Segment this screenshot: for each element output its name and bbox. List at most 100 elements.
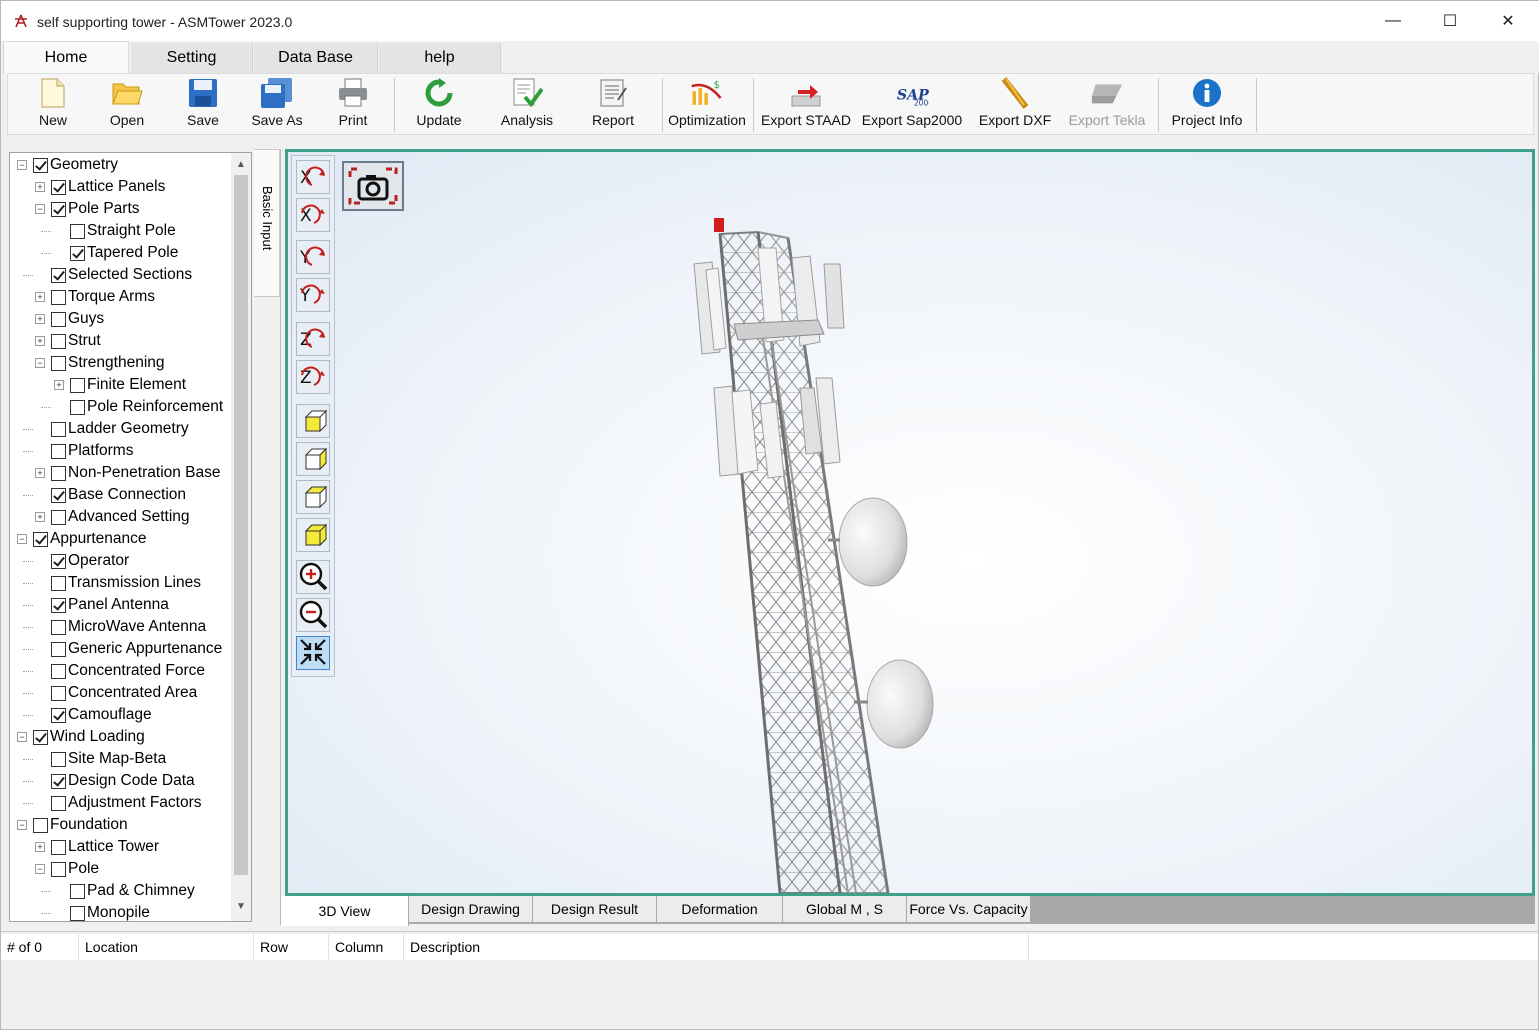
tab-3d-view[interactable]: 3D View [281,896,409,926]
tree-item[interactable]: Pole Reinforcement [70,396,223,418]
scroll-down-icon[interactable]: ▼ [231,897,251,915]
expand-icon[interactable]: + [35,336,45,346]
tree-item-checkbox[interactable] [70,245,85,261]
tree-item-checkbox[interactable] [51,553,66,569]
tree-item[interactable]: Concentrated Force [51,660,205,682]
expand-icon[interactable]: + [35,512,45,522]
tree-item[interactable]: Lattice Panels [51,176,165,198]
optimization-button[interactable]: $ Optimization [666,74,748,134]
tree-item[interactable]: Guys [51,308,104,330]
tree-item-checkbox[interactable] [51,619,66,635]
tab-help[interactable]: help [379,43,501,73]
tab-global-m-s[interactable]: Global M , S [783,896,907,922]
tree-scrollbar[interactable]: ▲ ▼ [231,153,251,921]
tree-item-checkbox[interactable] [51,465,66,481]
zoom-in-button[interactable] [296,560,330,594]
tree-item-checkbox[interactable] [33,157,48,173]
snapshot-button[interactable] [342,161,404,211]
tree-item[interactable]: Strengthening [51,352,165,374]
tree-item-checkbox[interactable] [33,817,48,833]
collapse-icon[interactable]: − [35,358,45,368]
tree-item-checkbox[interactable] [70,905,85,921]
view-iso-button[interactable] [296,518,330,552]
open-button[interactable]: Open [98,74,156,134]
tree-item-checkbox[interactable] [51,707,66,723]
tree-item-checkbox[interactable] [51,795,66,811]
tree-item-checkbox[interactable] [51,267,66,283]
tree-item[interactable]: Torque Arms [51,286,155,308]
microwave-dish[interactable] [866,659,934,749]
new-button[interactable]: New [24,74,82,134]
collapse-icon[interactable]: − [17,820,27,830]
tree-item[interactable]: Tapered Pole [70,242,178,264]
tree-item-checkbox[interactable] [51,421,66,437]
tree-item[interactable]: Selected Sections [51,264,192,286]
tree-item[interactable]: Base Connection [51,484,186,506]
rotate-x-negative-button[interactable]: X [296,198,330,232]
tree-item-checkbox[interactable] [51,289,66,305]
expand-icon[interactable]: + [35,292,45,302]
rotate-z-negative-button[interactable]: Z [296,360,330,394]
tree-item[interactable]: Non-Penetration Base [51,462,221,484]
export-dxf-button[interactable]: Export DXF [972,74,1058,134]
rotate-x-positive-button[interactable]: X [296,160,330,194]
column-header-row[interactable]: Row [254,934,329,960]
tree-item[interactable]: Wind Loading [33,726,145,748]
close-button[interactable]: ✕ [1479,1,1537,41]
tree-item[interactable]: Generic Appurtenance [51,638,222,660]
collapse-icon[interactable]: − [17,160,27,170]
minimize-button[interactable]: — [1364,1,1422,41]
tree-item[interactable]: Monopile [70,902,150,921]
tree-item-checkbox[interactable] [51,509,66,525]
update-button[interactable]: Update [406,74,472,134]
tree-item[interactable]: Straight Pole [70,220,176,242]
view-front-button[interactable] [296,404,330,438]
tree-item[interactable]: Concentrated Area [51,682,197,704]
analysis-button[interactable]: Analysis [492,74,562,134]
tree-item[interactable]: Appurtenance [33,528,147,550]
tree-item-checkbox[interactable] [51,487,66,503]
column-header-column[interactable]: Column [329,934,404,960]
tree-item[interactable]: Lattice Tower [51,836,159,858]
expand-icon[interactable]: + [35,314,45,324]
scroll-thumb[interactable] [234,175,248,875]
tree-item[interactable]: MicroWave Antenna [51,616,206,638]
tree-item-checkbox[interactable] [51,575,66,591]
column-header-description[interactable]: Description [404,934,1029,960]
view-top-button[interactable] [296,480,330,514]
tree-item[interactable]: Geometry [33,154,118,176]
tower-3d-model[interactable] [288,152,1532,893]
panel-divider[interactable] [280,149,281,925]
tree-item[interactable]: Site Map-Beta [51,748,166,770]
tree-item[interactable]: Advanced Setting [51,506,190,528]
tab-data-base[interactable]: Data Base [254,43,378,73]
tree-item-checkbox[interactable] [51,861,66,877]
rotate-z-positive-button[interactable]: Z [296,322,330,356]
microwave-dish[interactable] [838,497,908,587]
tree-item[interactable]: Pad & Chimney [70,880,195,902]
tree-item-checkbox[interactable] [70,377,85,393]
collapse-icon[interactable]: − [17,732,27,742]
tree-item-checkbox[interactable] [51,443,66,459]
tree-item-checkbox[interactable] [51,597,66,613]
export-tekla-button[interactable]: Export Tekla [1064,74,1150,134]
tab-design-result[interactable]: Design Result [533,896,657,922]
report-button[interactable]: Report [580,74,646,134]
tree-item[interactable]: Pole [51,858,99,880]
save-button[interactable]: Save [174,74,232,134]
column-header-location[interactable]: Location [79,934,254,960]
zoom-out-button[interactable] [296,598,330,632]
project-info-button[interactable]: Project Info [1164,74,1250,134]
tab-setting[interactable]: Setting [131,43,253,73]
scroll-up-icon[interactable]: ▲ [231,155,251,173]
collapse-icon[interactable]: − [35,864,45,874]
maximize-button[interactable]: ☐ [1421,1,1479,41]
tree-item-checkbox[interactable] [51,663,66,679]
tree-item-checkbox[interactable] [51,641,66,657]
view-side-button[interactable] [296,442,330,476]
tree-item[interactable]: Ladder Geometry [51,418,189,440]
tree-item-checkbox[interactable] [51,751,66,767]
rotate-y-negative-button[interactable]: Y [296,278,330,312]
tree-item-checkbox[interactable] [33,729,48,745]
tree-item[interactable]: Design Code Data [51,770,195,792]
